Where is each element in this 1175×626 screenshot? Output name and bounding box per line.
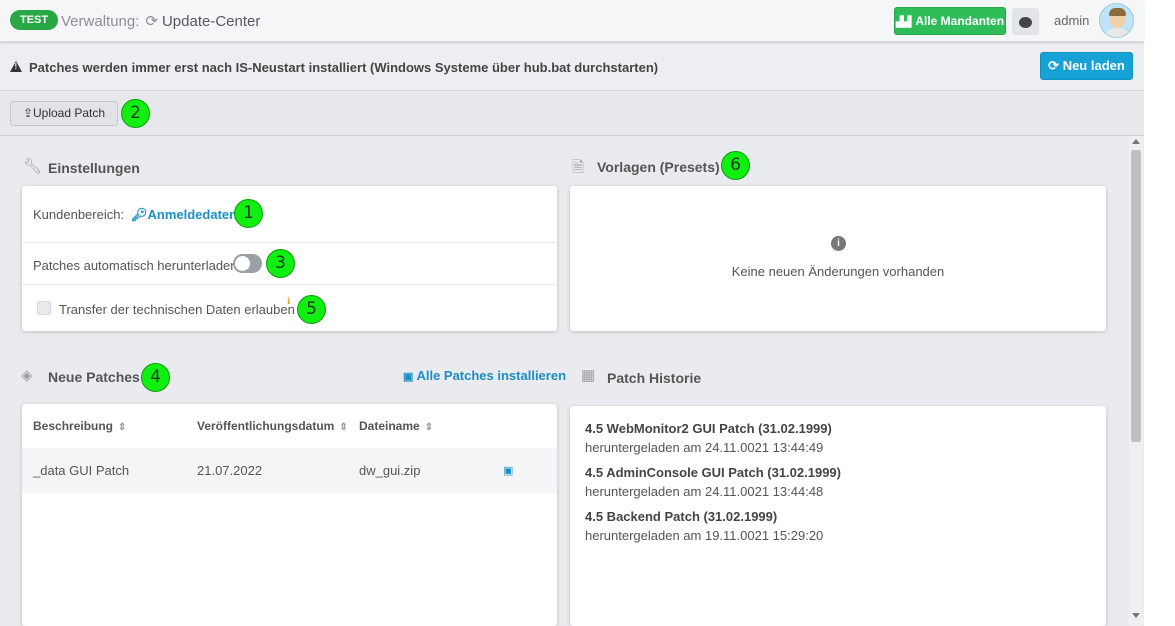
presets-empty-message: Keine neuen Änderungen vorhanden [731,264,945,279]
history-item-date: heruntergeladen am 24.11.0021 13:44:48 [585,484,824,499]
warning-icon [10,61,22,72]
column-header-label: Beschreibung [33,419,114,433]
top-navbar: TEST Verwaltung: ⟳ Update-Center ▟▟ Alle Ma… [0,0,1144,42]
layers-icon: ◈ [21,367,33,384]
scrollbar-thumb[interactable] [1131,150,1141,442]
username[interactable]: admin [1054,13,1089,28]
credentials-link-label: Anmeldedaten [147,207,238,222]
cell-filename: dw_gui.zip [359,463,421,478]
factory-icon: ▟▟ [895,17,912,28]
install-icon: ▣ [403,371,417,383]
callout-marker: 6 [721,151,750,180]
presets-title: Vorlagen (Presets) [597,159,720,175]
upload-icon: ⇪ [22,106,33,120]
transfer-checkbox[interactable] [37,301,51,315]
refresh-icon: ⟳ [145,13,158,30]
page-viewport: TEST Verwaltung: ⟳ Update-Center ▟▟ Alle Ma… [0,0,1144,626]
scroll-up-icon[interactable] [1132,139,1140,144]
history-item-name: 4.5 AdminConsole GUI Patch (31.02.1999) [585,465,841,480]
warning-text: Patches werden immer erst nach IS-Neusta… [29,60,659,75]
column-header-label: Veröffentlichungsdatum [197,419,335,433]
new-patches-title: Neue Patches [48,369,140,385]
cell-description: _data GUI Patch [33,463,130,478]
reload-button[interactable]: ⟳ Neu laden [1040,52,1133,80]
wrench-icon: 🔧︎ [23,158,43,175]
warning-bar: Patches werden immer erst nach IS-Neusta… [0,44,1144,91]
sort-icon: ⇕ [339,422,348,433]
install-all-label: Alle Patches installieren [416,368,567,383]
presets-card [570,186,1106,331]
history-item-name: 4.5 WebMonitor2 GUI Patch (31.02.1999) [585,421,832,436]
upload-toolbar [0,92,1144,136]
upload-patch-button[interactable]: ⇪Upload Patch [10,101,118,126]
callout-marker: 4 [141,363,170,392]
sort-icon: ⇕ [424,422,434,433]
customer-area-label: Kundenbereich: [33,207,125,222]
cell-date: 21.07.2022 [197,463,263,478]
callout-marker: 5 [297,295,326,324]
page-heading: Verwaltung: ⟳ Update-Center [61,12,260,30]
chat-icon [1019,17,1032,28]
avatar-body [1105,28,1130,37]
divider [22,242,557,243]
callout-marker: 3 [266,249,295,278]
history-title: Patch Historie [607,370,702,386]
avatar[interactable] [1099,3,1134,38]
column-header-description[interactable]: Beschreibung ⇕ [33,419,126,433]
auto-download-label: Patches automatisch herunterladen: [33,258,242,273]
chat-button[interactable] [1012,8,1039,35]
credentials-link[interactable]: 🔑︎Anmeldedaten [131,207,237,223]
sort-icon: ⇕ [118,422,127,433]
avatar-hair [1109,8,1126,16]
document-icon: 🗎 [572,159,585,176]
history-item-date: heruntergeladen am 19.11.0021 15:29:20 [585,528,824,543]
all-tenants-button[interactable]: ▟▟ Alle Mandanten [894,7,1006,35]
upload-patch-label: Upload Patch [33,106,106,120]
divider [22,284,557,285]
install-icon[interactable]: ▣ [503,464,513,477]
callout-marker: 2 [121,99,150,128]
column-header-label: Dateiname [359,419,420,433]
install-all-link[interactable]: ▣ Alle Patches installieren [403,368,566,383]
transfer-label: Transfer der technischen Daten erlauben [59,302,295,317]
info-icon[interactable]: ℹ [287,296,290,307]
reload-label: Neu laden [1062,58,1125,73]
callout-marker: 1 [234,199,263,228]
all-tenants-label: Alle Mandanten [915,14,1005,28]
column-header-date[interactable]: Veröffentlichungsdatum ⇕ [197,419,348,433]
calendar-icon: ▦ [581,367,596,384]
info-icon: i [831,236,846,251]
history-item-name: 4.5 Backend Patch (31.02.1999) [585,509,778,524]
environment-badge: TEST [10,10,59,30]
scroll-down-icon[interactable] [1132,613,1140,618]
column-header-filename[interactable]: Dateiname ⇕ [359,419,433,433]
settings-title: Einstellungen [48,160,140,176]
key-icon: 🔑︎ [131,207,148,222]
history-item-date: heruntergeladen am 24.11.0021 13:44:49 [585,440,824,455]
section-label: Verwaltung: [61,13,140,30]
refresh-icon: ⟳ [1048,58,1063,73]
new-patches-table [22,404,557,626]
auto-download-toggle[interactable] [233,254,262,273]
page-title: Update-Center [161,13,261,30]
